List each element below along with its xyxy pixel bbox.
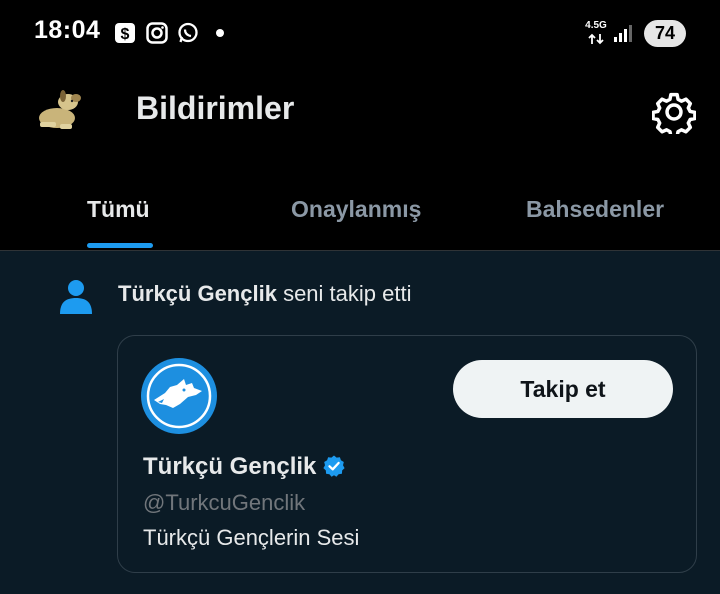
notification-feed: Türkçü Gençlik seni takip etti Takip et … <box>0 251 720 594</box>
card-bio: Türkçü Gençlerin Sesi <box>143 525 360 550</box>
notification-text: Türkçü Gençlik seni takip etti <box>118 281 411 307</box>
card-name[interactable]: Türkçü Gençlik <box>143 453 316 480</box>
page-title: Bildirimler <box>136 90 295 126</box>
tab-bar: Tümü Onaylanmış Bahsedenler <box>0 168 720 251</box>
tab-verified[interactable]: Onaylanmış <box>291 196 421 250</box>
dog-avatar[interactable] <box>30 82 86 138</box>
card-name-row: Türkçü Gençlik <box>143 453 346 481</box>
follow-button[interactable]: Takip et <box>453 360 673 418</box>
person-icon <box>60 280 92 314</box>
status-bar: 18:04 $ 4.5G 74 <box>0 0 720 68</box>
user-card[interactable]: Takip et Türkçü Gençlik @TurkcuGenclik T… <box>117 335 697 573</box>
dollar-app-icon: $ <box>115 23 135 43</box>
tab-label: Tümü <box>87 196 150 222</box>
notification-action: seni takip etti <box>276 281 412 306</box>
instagram-icon <box>146 22 168 44</box>
svg-text:$: $ <box>121 26 130 43</box>
tab-all[interactable]: Tümü <box>87 196 150 250</box>
status-time: 18:04 <box>34 16 101 44</box>
profile-avatar[interactable] <box>140 357 218 435</box>
notification-dot <box>216 29 224 37</box>
battery-indicator: 74 <box>644 20 686 47</box>
gear-icon[interactable] <box>652 90 696 134</box>
tab-label: Onaylanmış <box>291 196 422 222</box>
app-header: Bildirimler <box>0 68 720 168</box>
network-type: 4.5G <box>585 20 607 31</box>
whatsapp-icon <box>178 22 198 43</box>
data-arrows-icon <box>588 33 604 45</box>
active-tab-indicator <box>87 243 153 248</box>
tab-mentions[interactable]: Bahsedenler <box>526 196 664 250</box>
card-handle: @TurkcuGenclik <box>143 490 306 515</box>
tab-label: Bahsedenler <box>526 196 665 222</box>
notification-actor[interactable]: Türkçü Gençlik <box>118 281 277 306</box>
verified-badge-icon <box>323 455 345 477</box>
signal-icon <box>614 25 632 42</box>
